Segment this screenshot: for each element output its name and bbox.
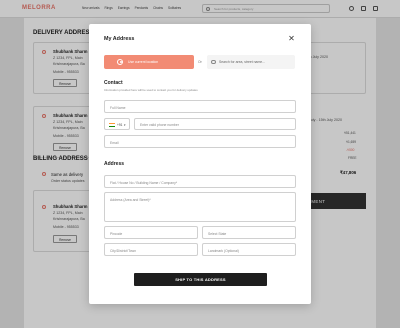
flat-house-input[interactable]: Flat / House No / Building Name / Compan… <box>104 175 296 188</box>
state-select[interactable]: Select State <box>202 226 296 239</box>
search-icon <box>211 59 216 64</box>
chevron-down-icon: ▾ <box>124 122 126 127</box>
country-code-select[interactable]: +91 ▾ <box>104 118 130 130</box>
email-input[interactable]: Email <box>104 135 296 148</box>
area-search-input[interactable]: Search for area, street name... <box>207 55 295 69</box>
use-current-location-button[interactable]: Use current location <box>104 55 194 69</box>
phone-input[interactable]: Enter valid phone number <box>134 118 296 130</box>
full-name-input[interactable]: Full Name <box>104 100 296 113</box>
contact-hint: Information provided here will be used t… <box>104 88 198 92</box>
close-icon[interactable]: ✕ <box>287 34 296 43</box>
landmark-input[interactable]: Landmark (Optional) <box>202 243 296 256</box>
address-modal: My Address ✕ Use current location Or Sea… <box>89 24 311 304</box>
city-input[interactable]: City/District/Town <box>104 243 198 256</box>
address-heading: Address <box>104 161 125 167</box>
address-area-textarea[interactable]: Address (Area and Street)* <box>104 192 296 222</box>
contact-heading: Contact <box>104 80 123 86</box>
india-flag-icon <box>109 123 115 127</box>
modal-title: My Address <box>104 36 135 42</box>
pincode-input[interactable]: Pincode <box>104 226 198 239</box>
ship-to-address-button[interactable]: SHIP TO THIS ADDRESS <box>134 273 267 286</box>
or-separator: Or <box>198 59 202 64</box>
location-target-icon <box>117 58 123 65</box>
